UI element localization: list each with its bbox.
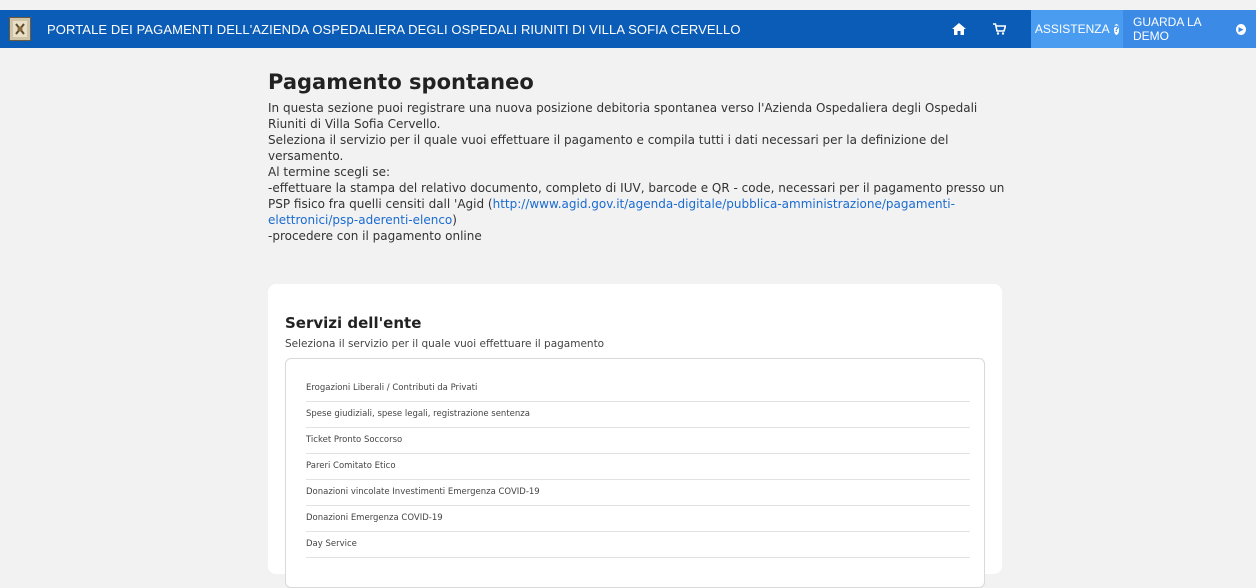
service-item[interactable]: Donazioni Emergenza COVID-19 (306, 506, 970, 532)
play-circle-icon: ▸ (1235, 23, 1246, 35)
services-subtitle: Seleziona il servizio per il quale vuoi … (285, 338, 605, 350)
intro-paragraph-psp: -effettuare la stampa del relativo docum… (268, 180, 1008, 228)
cart-icon[interactable] (981, 10, 1017, 48)
intro-paragraph: Al termine scegli se: (268, 165, 391, 179)
service-item[interactable]: Day Service (306, 532, 970, 558)
intro-paragraph: Seleziona il servizio per il quale vuoi … (268, 133, 949, 163)
services-card: Servizi dell'ente Seleziona il servizio … (268, 284, 1002, 588)
service-item[interactable]: Pareri Comitato Etico (306, 454, 970, 480)
portal-title: PORTALE DEI PAGAMENTI DELL'AZIENDA OSPED… (47, 21, 741, 37)
top-navbar: PORTALE DEI PAGAMENTI DELL'AZIENDA OSPED… (0, 10, 1256, 48)
question-icon: ? (1113, 23, 1120, 35)
page-title: Pagamento spontaneo (268, 70, 534, 94)
services-title: Servizi dell'ente (285, 314, 422, 332)
home-icon[interactable] (941, 10, 977, 48)
service-item[interactable]: Erogazioni Liberali / Contributi da Priv… (306, 376, 970, 402)
service-item[interactable]: Ticket Pronto Soccorso (306, 428, 970, 454)
service-item[interactable]: Spese giudiziali, spese legali, registra… (306, 402, 970, 428)
watch-demo-button[interactable]: GUARDA LA DEMO ▸ (1123, 10, 1256, 48)
intro-text: In questa sezione puoi registrare una nu… (268, 100, 1008, 244)
watch-demo-label: GUARDA LA DEMO (1133, 15, 1202, 43)
intro-paragraph: -procedere con il pagamento online (268, 229, 482, 243)
intro-section: Pagamento spontaneo In questa sezione pu… (268, 70, 1008, 244)
assistance-label: ASSISTENZA (1034, 22, 1110, 36)
intro-paragraph: In questa sezione puoi registrare una nu… (268, 101, 978, 131)
assistance-button[interactable]: ASSISTENZA ? (1031, 10, 1123, 48)
service-item[interactable]: Donazioni vincolate Investimenti Emergen… (306, 480, 970, 506)
services-list-box: Erogazioni Liberali / Contributi da Priv… (285, 358, 985, 588)
hospital-logo-icon (9, 17, 31, 41)
intro-psp-close: ) (452, 213, 457, 227)
services-list: Erogazioni Liberali / Contributi da Priv… (306, 376, 970, 558)
